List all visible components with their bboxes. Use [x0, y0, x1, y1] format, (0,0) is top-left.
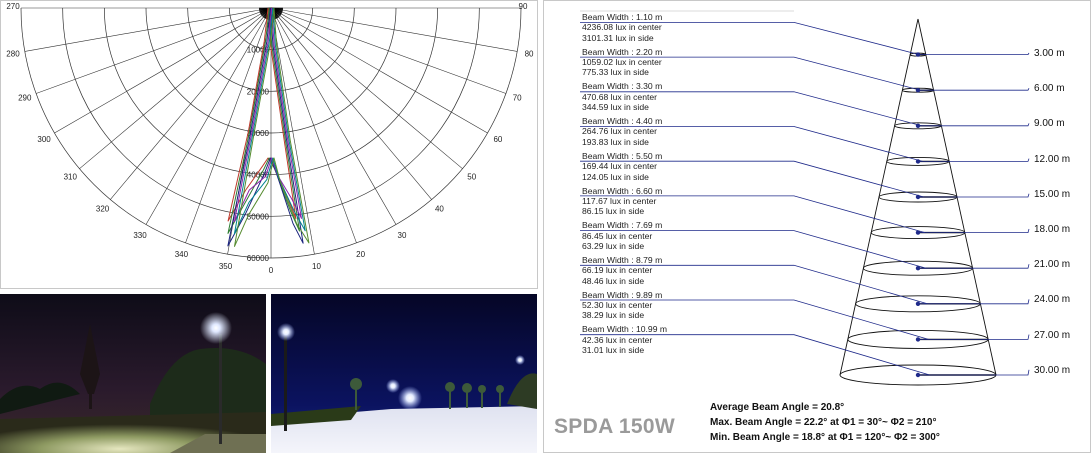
distance-label: 9.00 m: [1034, 118, 1065, 130]
distance-label: 30.00 m: [1034, 364, 1071, 376]
distance-leader: [948, 193, 1030, 198]
polar-radial-label: 50000: [247, 212, 270, 221]
beam-width-label: Beam Width : 5.50 m: [582, 150, 663, 161]
beam-width-label: Beam Width : 4.40 m: [582, 116, 663, 127]
beam-width-label: Beam Width : 2.20 m: [582, 46, 663, 57]
center-lux-label: 86.45 lux in center: [582, 230, 653, 241]
side-lux-label: 775.33 lux in side: [582, 67, 649, 78]
polar-chart-panel: 270 280 290 300 310 320 330 340 350 0 10 20 30 40 50 60…: [0, 0, 538, 289]
polar-grid-spoke: [270, 7, 357, 244]
beam-width-label: Beam Width : 9.89 m: [582, 289, 663, 300]
distance-label: 3.00 m: [1034, 48, 1065, 59]
center-lux-label: 470.68 lux in center: [582, 91, 658, 102]
beam-width-label: Beam Width : 7.69 m: [582, 220, 663, 231]
average-beam-angle: Average Beam Angle = 20.8°: [710, 402, 845, 413]
polar-grid-spoke: [270, 7, 518, 52]
beam-width-block: Beam Width : 1.10 m 4236.08 lux in center…: [582, 12, 662, 43]
polar-angle-label: 270: [6, 2, 20, 11]
night-road-photo-image: [0, 294, 266, 453]
polar-grid-spoke: [54, 7, 272, 134]
beam-width-block: Beam Width : 7.69 m 86.45 lux in center 63…: [582, 220, 662, 251]
beam-width-block: Beam Width : 5.50 m 169.44 lux in center 1…: [582, 151, 662, 182]
center-lux-label: 264.76 lux in center: [582, 126, 658, 137]
polar-angle-label: 20: [356, 250, 365, 259]
beam-width-label: Beam Width : 3.30 m: [582, 81, 663, 92]
polar-angle-label: 0: [269, 266, 274, 275]
polar-angle-label: 50: [467, 172, 476, 181]
side-lux-label: 63.29 lux in side: [582, 240, 645, 251]
beam-width-label: Beam Width : 6.60 m: [582, 185, 663, 196]
distance-label: 21.00 m: [1034, 259, 1071, 271]
distance-label: 6.00 m: [1034, 83, 1065, 95]
polar-radial-label: 60000: [247, 254, 270, 263]
polar-angle-label: 10: [312, 262, 321, 271]
polar-angle-label: 310: [64, 172, 78, 181]
side-lux-label: 48.46 lux in side: [582, 275, 645, 286]
max-beam-angle: Max. Beam Angle = 22.2° at Φ1 = 30°~ Φ2 …: [710, 417, 937, 428]
beam-width-label: Beam Width : 10.99 m: [582, 324, 668, 335]
polar-angle-label: 300: [37, 135, 51, 144]
beam-spread-panel: Beam Width : 1.10 m 4236.08 lux in center…: [543, 0, 1091, 453]
polar-grid-spoke: [270, 7, 488, 134]
polar-angle-label: 40: [435, 205, 444, 214]
center-lux-label: 52.30 lux in center: [582, 299, 653, 310]
side-lux-label: 3101.31 lux in side: [582, 32, 654, 43]
distance-label: 15.00 m: [1034, 188, 1071, 200]
center-lux-label: 42.36 lux in center: [582, 334, 653, 345]
polar-angle-label: 70: [513, 94, 522, 103]
center-lux-label: 169.44 lux in center: [582, 161, 658, 172]
distance-label: 24.00 m: [1034, 294, 1071, 306]
night-road-photo: [0, 294, 266, 453]
polar-grid-spoke: [270, 7, 507, 94]
polar-angle-label: 330: [133, 231, 147, 240]
polar-grid-spoke: [270, 7, 397, 225]
distance-leader: [948, 158, 1030, 162]
polar-angle-label: 290: [18, 94, 32, 103]
distance-label: 12.00 m: [1034, 153, 1071, 165]
side-lux-label: 86.15 lux in side: [582, 206, 645, 217]
side-lux-label: 193.83 lux in side: [582, 136, 649, 147]
polar-angle-label: 340: [175, 250, 189, 259]
night-park-photo-image: [271, 294, 537, 453]
side-lux-label: 344.59 lux in side: [582, 102, 649, 113]
polar-chart: 270 280 290 300 310 320 330 340 350 0 10 20 30 40 50 60…: [6, 2, 534, 275]
distance-leader: [948, 52, 1030, 55]
beam-width-label: Beam Width : 8.79 m: [582, 254, 663, 265]
polar-angle-label: 350: [219, 262, 233, 271]
beam-width-block: Beam Width : 6.60 m 117.67 lux in center 8…: [582, 186, 662, 217]
polar-angle-label: 80: [525, 49, 534, 58]
side-lux-label: 124.05 lux in side: [582, 171, 649, 182]
center-lux-label: 117.67 lux in center: [582, 195, 657, 206]
distance-leader: [948, 88, 1030, 91]
beam-width-block: Beam Width : 8.79 m 66.19 lux in center 48…: [582, 255, 662, 286]
beam-width-block: Beam Width : 4.40 m 264.76 lux in center 1…: [582, 116, 662, 147]
min-beam-angle: Min. Beam Angle = 18.8° at Φ1 = 120°~ Φ2…: [710, 432, 940, 443]
polar-angle-label: 30: [398, 231, 407, 240]
side-lux-label: 31.01 lux in side: [582, 345, 645, 356]
beam-width-block: Beam Width : 9.89 m 52.30 lux in center 38…: [582, 290, 662, 321]
polar-grid-spoke: [270, 7, 315, 255]
polar-grid-spoke: [24, 7, 272, 52]
center-lux-label: 4236.08 lux in center: [582, 22, 662, 33]
beam-width-label: Beam Width : 1.10 m: [582, 12, 663, 22]
polar-grid-spoke: [185, 7, 272, 244]
distance-leader: [948, 123, 1030, 127]
product-name: SPDA 150W: [554, 415, 675, 438]
side-lux-label: 38.29 lux in side: [582, 310, 645, 321]
beam-width-block: Beam Width : 3.30 m 470.68 lux in center 3…: [582, 81, 662, 112]
polar-grid-spoke: [35, 7, 272, 94]
beam-width-block: Beam Width : 10.99 m 42.36 lux in center 3…: [582, 324, 667, 355]
polar-angle-label: 90: [519, 2, 528, 11]
polar-angle-label: 60: [493, 135, 502, 144]
distance-label: 27.00 m: [1034, 329, 1071, 341]
night-park-photo: [271, 294, 537, 453]
distance-label: 18.00 m: [1034, 224, 1071, 235]
polar-angle-label: 280: [6, 49, 20, 58]
center-lux-label: 66.19 lux in center: [582, 265, 653, 276]
polar-angle-label: 320: [96, 205, 110, 214]
center-lux-label: 1059.02 lux in center: [582, 57, 662, 68]
beam-width-block: Beam Width : 2.20 m 1059.02 lux in center…: [582, 47, 662, 78]
